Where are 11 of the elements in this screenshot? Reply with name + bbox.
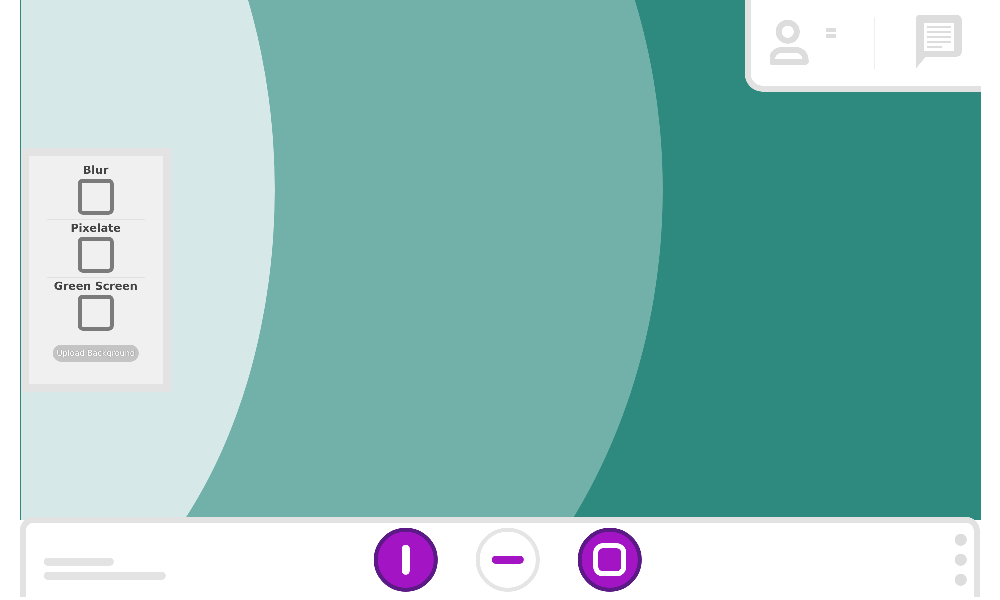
square-icon — [593, 543, 627, 577]
minus-icon — [492, 556, 524, 564]
effect-checkbox[interactable] — [78, 237, 114, 273]
placeholder-line — [44, 558, 114, 566]
bar-icon — [402, 545, 410, 575]
effect-label: Pixelate — [70, 222, 122, 235]
effect-checkbox[interactable] — [78, 295, 114, 331]
effect-checkbox[interactable] — [78, 179, 114, 215]
upload-background-button[interactable]: Upload Background — [52, 345, 140, 362]
effect-label: Green Screen — [54, 280, 138, 293]
effect-label: Blur — [83, 164, 109, 177]
